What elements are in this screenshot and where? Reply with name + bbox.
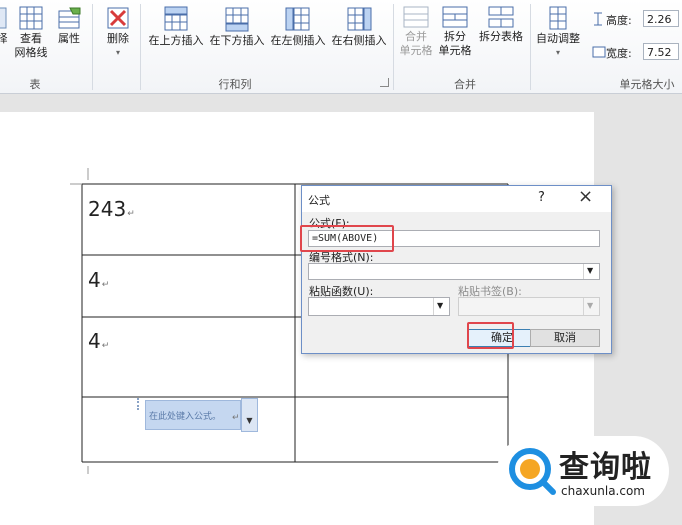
cancel-button[interactable]: 取消: [530, 329, 600, 347]
cell-value: 243: [88, 197, 127, 221]
close-button[interactable]: ×: [578, 186, 593, 207]
paragraph-mark-icon: ↵: [232, 413, 240, 423]
paste-bookmark-select[interactable]: ▼: [458, 297, 600, 316]
placeholder-dropdown-button[interactable]: ▼: [241, 398, 258, 432]
brand-name: 查询啦: [559, 450, 652, 485]
help-button[interactable]: ?: [538, 190, 545, 205]
ok-highlight-box: [467, 322, 514, 349]
table-cell-row3[interactable]: 4↵: [88, 329, 109, 353]
brand-watermark: 查询啦 chaxunla.com: [497, 436, 669, 506]
dialog-titlebar: 公式 ? ×: [302, 186, 611, 212]
paragraph-mark-icon: ↵: [101, 280, 110, 290]
dialog-title: 公式: [308, 194, 330, 207]
formula-dialog: 公式 ? × 公式(F): =SUM(ABOVE) 编号格式(N): ▼ 粘贴函…: [301, 185, 612, 354]
placeholder-handle: [137, 398, 145, 410]
cell-value: 4: [88, 268, 101, 292]
paragraph-mark-icon: ↵: [127, 209, 135, 219]
brand-url: chaxunla.com: [561, 484, 645, 498]
table-cell-row1[interactable]: 243↵: [88, 197, 135, 221]
chevron-down-icon: ▼: [433, 298, 449, 315]
chevron-down-icon: ▼: [583, 298, 599, 315]
table-cell-row2[interactable]: 4↵: [88, 268, 109, 292]
formula-placeholder[interactable]: 在此处键入公式。: [145, 400, 241, 430]
chevron-down-icon: ▼: [246, 416, 253, 425]
cell-value: 4: [88, 329, 101, 353]
paste-function-select[interactable]: ▼: [308, 297, 450, 316]
number-format-select[interactable]: ▼: [308, 263, 600, 280]
formula-highlight-box: [300, 225, 394, 252]
formula-placeholder-text: 在此处键入公式。: [149, 412, 222, 422]
paragraph-mark-icon: ↵: [101, 341, 110, 351]
search-logo-icon: [509, 448, 556, 495]
chevron-down-icon: ▼: [583, 264, 599, 279]
